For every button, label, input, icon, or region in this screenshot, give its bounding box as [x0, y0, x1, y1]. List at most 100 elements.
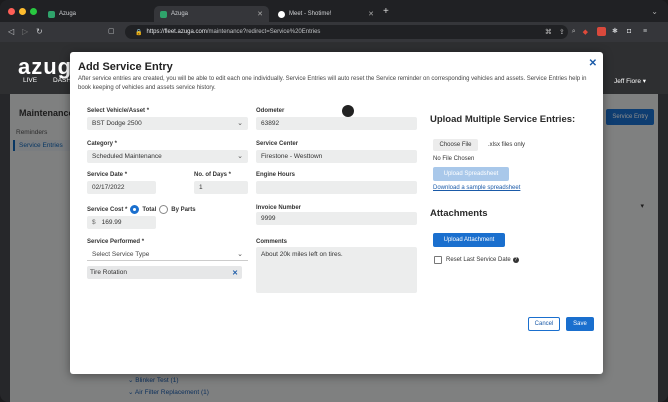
- service-type-chip-label: Tire Rotation: [90, 269, 127, 276]
- browser-tab-2-title: Azuga: [171, 11, 189, 17]
- category-value: Scheduled Maintenance: [92, 153, 162, 160]
- days-input[interactable]: 1: [194, 181, 248, 194]
- url-path: /maintenance?redirect=Service%20Entries: [206, 29, 321, 35]
- extension-icon[interactable]: [597, 27, 606, 36]
- category-select[interactable]: Scheduled Maintenance ⌄: [87, 150, 248, 163]
- close-tab-icon[interactable]: ✕: [368, 10, 374, 18]
- service-center-input[interactable]: Firestone - Westtown: [256, 150, 417, 163]
- browser-tab-1[interactable]: Azuga: [42, 6, 152, 22]
- azuga-favicon-icon: [160, 10, 167, 18]
- nav-live[interactable]: LIVE: [23, 77, 37, 84]
- attachments-heading: Attachments: [430, 208, 488, 219]
- vehicle-value: BST Dodge 2500: [92, 120, 142, 127]
- browser-tabstrip: Azuga Azuga ✕ Meet - Shotime! ✕ + ⌄: [0, 0, 668, 22]
- screen: Azuga Azuga ✕ Meet - Shotime! ✕ + ⌄ ◁ ▷ …: [0, 0, 668, 402]
- chevron-down-icon: ⌄: [237, 251, 243, 258]
- tab-search-chevron-icon[interactable]: ⌄: [651, 7, 658, 16]
- choose-file-button[interactable]: Choose File: [433, 139, 478, 151]
- chevron-down-icon: ⌄: [237, 120, 243, 127]
- by-parts-radio-label: By Parts: [171, 206, 196, 213]
- forward-icon[interactable]: ▷: [22, 27, 28, 37]
- service-performed-label: Service Performed *: [87, 239, 145, 245]
- add-service-entry-modal: Add Service Entry ✕ After service entrie…: [70, 52, 603, 374]
- zoom-icon[interactable]: ⌕: [572, 28, 576, 36]
- engine-hours-label: Engine Hours: [256, 172, 296, 178]
- nav-dashboard[interactable]: DASH: [53, 77, 71, 84]
- upload-heading: Upload Multiple Service Entries:: [430, 114, 576, 125]
- service-center-value: Firestone - Westtown: [261, 153, 323, 160]
- close-window-button[interactable]: [8, 8, 15, 15]
- back-icon[interactable]: ◁: [8, 27, 14, 37]
- remove-chip-icon[interactable]: ✕: [232, 269, 238, 277]
- minimize-window-button[interactable]: [19, 8, 26, 15]
- modal-title: Add Service Entry: [78, 61, 173, 73]
- by-parts-radio[interactable]: [159, 205, 169, 214]
- category-label: Category *: [87, 141, 118, 147]
- browser-tab-1-title: Azuga: [59, 11, 77, 17]
- reload-icon[interactable]: ↻: [36, 27, 43, 37]
- service-date-label: Service Date *: [87, 172, 128, 178]
- window-icon[interactable]: ◘: [627, 27, 631, 37]
- browser-tab-3-title: Meet - Shotime!: [289, 11, 332, 17]
- comments-label: Comments: [256, 239, 288, 245]
- close-icon[interactable]: ✕: [589, 58, 597, 69]
- odometer-input[interactable]: 63892: [256, 117, 417, 130]
- days-value: 1: [199, 184, 203, 191]
- info-icon[interactable]: ?: [512, 257, 519, 263]
- mouse-cursor-icon: [342, 105, 354, 117]
- translate-icon[interactable]: ⌘: [545, 28, 552, 36]
- url-host: https://fleet.azuga.com: [146, 29, 207, 35]
- upload-attachment-button[interactable]: Upload Attachment: [433, 233, 505, 247]
- reset-last-service-checkbox[interactable]: [434, 256, 442, 264]
- address-bar-icons: ⌘ ⇪ ⌕ ◆: [545, 28, 588, 36]
- azuga-favicon-icon: [48, 10, 55, 18]
- service-cost-input[interactable]: $ 169.99: [87, 216, 156, 229]
- service-type-select[interactable]: Select Service Type ⌄: [87, 248, 248, 261]
- share-icon[interactable]: ⇪: [559, 28, 565, 36]
- browser-tab-2[interactable]: Azuga ✕: [154, 6, 269, 22]
- puzzle-icon[interactable]: ✱: [612, 27, 618, 37]
- close-tab-icon[interactable]: ✕: [257, 10, 263, 18]
- upload-spreadsheet-button[interactable]: Upload Spreadsheet: [433, 167, 509, 181]
- days-label: No. of Days *: [194, 172, 232, 178]
- service-type-chip: Tire Rotation ✕: [87, 266, 242, 279]
- browser-toolbar: ◁ ▷ ↻ ▢ 🔒 https://fleet.azuga.com /maint…: [0, 22, 668, 42]
- service-date-input[interactable]: 02/17/2022: [87, 181, 156, 194]
- total-radio[interactable]: [130, 205, 140, 214]
- invoice-label: Invoice Number: [256, 205, 302, 211]
- vehicle-select[interactable]: BST Dodge 2500 ⌄: [87, 117, 248, 130]
- meet-favicon-icon: [278, 10, 285, 18]
- engine-hours-input[interactable]: [256, 181, 417, 194]
- comments-value: About 20k miles left on tires.: [261, 251, 343, 258]
- reset-last-service-label: Reset Last Service Date: [446, 257, 511, 263]
- odometer-label: Odometer: [256, 108, 285, 114]
- maximize-window-button[interactable]: [30, 8, 37, 15]
- modal-description: After service entries are created, you w…: [78, 76, 587, 91]
- download-sample-link[interactable]: Download a sample spreadsheet: [433, 185, 520, 191]
- service-center-label: Service Center: [256, 141, 299, 147]
- service-type-placeholder: Select Service Type: [92, 250, 150, 258]
- invoice-value: 9999: [261, 215, 276, 222]
- shield-icon[interactable]: ◆: [583, 28, 588, 36]
- user-menu[interactable]: Jeff Fiore ▾: [614, 77, 646, 85]
- browser-tab-3[interactable]: Meet - Shotime! ✕: [272, 6, 380, 22]
- invoice-input[interactable]: 9999: [256, 212, 417, 225]
- service-cost-value: 169.99: [101, 219, 122, 226]
- service-cost-label: Service Cost *: [87, 206, 128, 213]
- comments-textarea[interactable]: About 20k miles left on tires.: [256, 247, 417, 293]
- menu-icon[interactable]: ≡: [643, 27, 647, 37]
- cancel-button[interactable]: Cancel: [528, 317, 560, 331]
- total-radio-label: Total: [142, 206, 157, 213]
- lock-icon: 🔒: [135, 29, 143, 36]
- no-file-chosen: No File Chosen: [433, 156, 475, 162]
- address-bar[interactable]: 🔒 https://fleet.azuga.com /maintenance?r…: [125, 25, 568, 39]
- service-cost-row: Service Cost * Total By Parts: [87, 205, 196, 214]
- save-button[interactable]: Save: [566, 317, 594, 331]
- reset-last-service-row: Reset Last Service Date ?: [446, 257, 519, 263]
- sidebar-toggle-icon[interactable]: ▢: [108, 27, 115, 37]
- currency-symbol: $: [92, 219, 96, 226]
- service-date-value: 02/17/2022: [92, 184, 125, 191]
- new-tab-icon[interactable]: +: [383, 7, 389, 17]
- odometer-value: 63892: [261, 120, 280, 127]
- file-hint: .xlsx files only: [488, 142, 526, 148]
